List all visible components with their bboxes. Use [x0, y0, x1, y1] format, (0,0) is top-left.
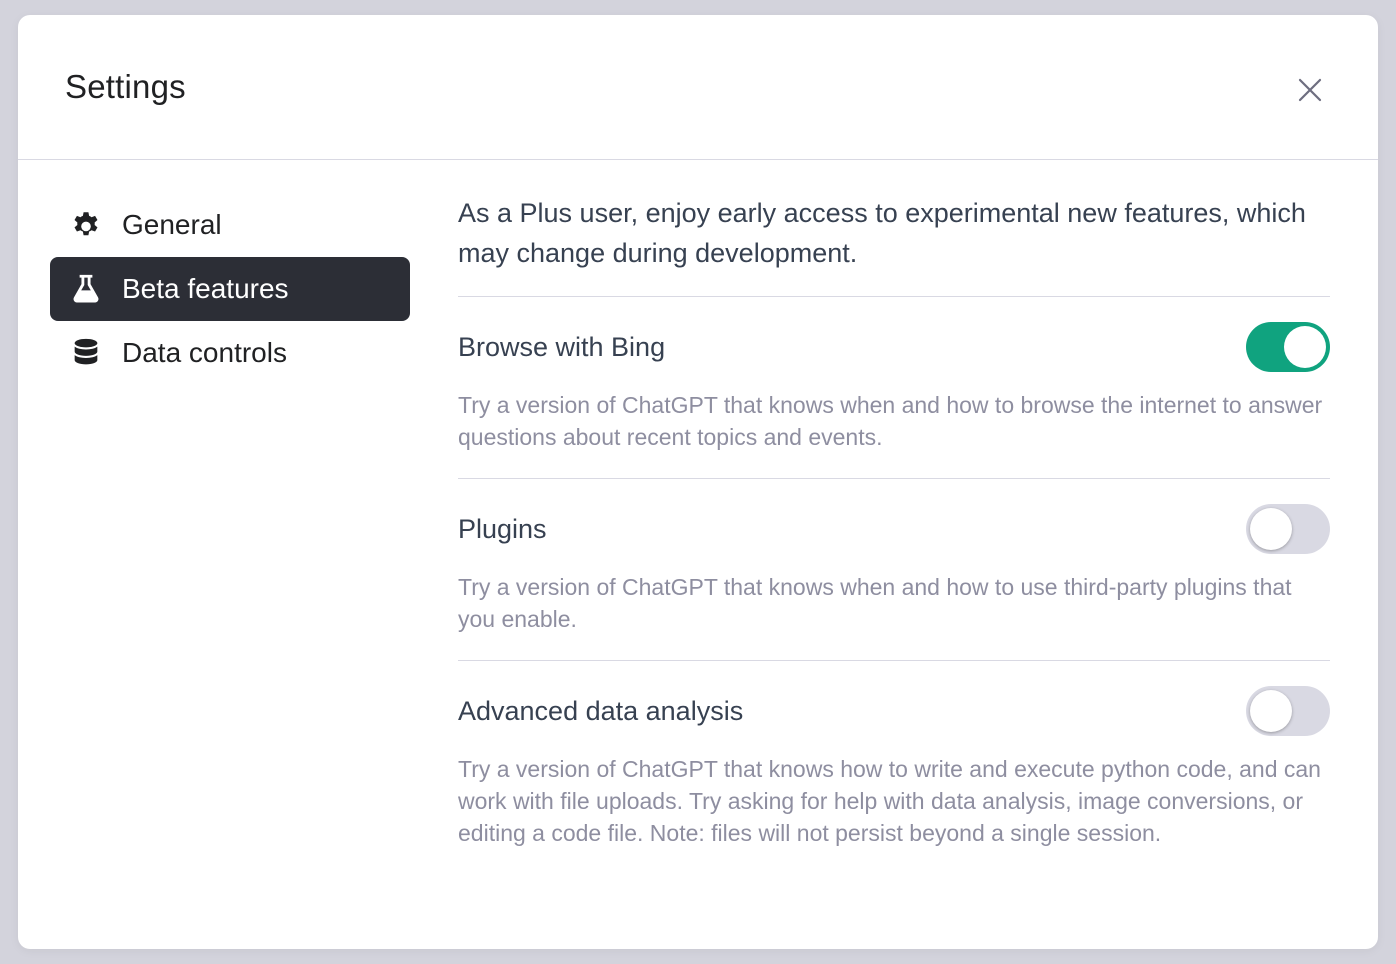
intro-text: As a Plus user, enjoy early access to ex…	[458, 193, 1330, 297]
sidebar-item-data-controls[interactable]: Data controls	[50, 321, 410, 385]
plugins-toggle[interactable]	[1246, 504, 1330, 554]
feature-advanced-data-analysis: Advanced data analysis Try a version of …	[458, 661, 1330, 874]
toggle-knob	[1284, 326, 1326, 368]
settings-dialog: Settings General Beta features Data cont…	[18, 15, 1378, 949]
close-button[interactable]	[1290, 70, 1330, 110]
beta-features-panel: As a Plus user, enjoy early access to ex…	[458, 193, 1330, 874]
flask-icon	[68, 271, 104, 307]
close-icon	[1298, 78, 1322, 102]
feature-description: Try a version of ChatGPT that knows when…	[458, 392, 1323, 450]
browse-with-bing-toggle[interactable]	[1246, 322, 1330, 372]
database-icon	[68, 335, 104, 371]
toggle-knob	[1250, 508, 1292, 550]
sidebar-item-label: Beta features	[122, 273, 289, 304]
feature-description: Try a version of ChatGPT that knows when…	[458, 574, 1292, 632]
settings-sidebar: General Beta features Data controls	[50, 193, 410, 385]
toggle-knob	[1250, 690, 1292, 732]
feature-plugins: Plugins Try a version of ChatGPT that kn…	[458, 479, 1330, 661]
advanced-data-analysis-toggle[interactable]	[1246, 686, 1330, 736]
feature-name: Browse with Bing	[458, 331, 666, 362]
feature-browse-with-bing: Browse with Bing Try a version of ChatGP…	[458, 297, 1330, 479]
feature-name: Advanced data analysis	[458, 695, 744, 726]
sidebar-item-beta-features[interactable]: Beta features	[50, 257, 410, 321]
dialog-header: Settings	[18, 15, 1378, 160]
feature-name: Plugins	[458, 513, 547, 544]
gear-icon	[68, 207, 104, 243]
dialog-title: Settings	[65, 68, 186, 105]
sidebar-item-general[interactable]: General	[50, 193, 410, 257]
feature-description: Try a version of ChatGPT that knows how …	[458, 756, 1321, 846]
sidebar-item-label: General	[122, 209, 222, 240]
sidebar-item-label: Data controls	[122, 337, 287, 368]
